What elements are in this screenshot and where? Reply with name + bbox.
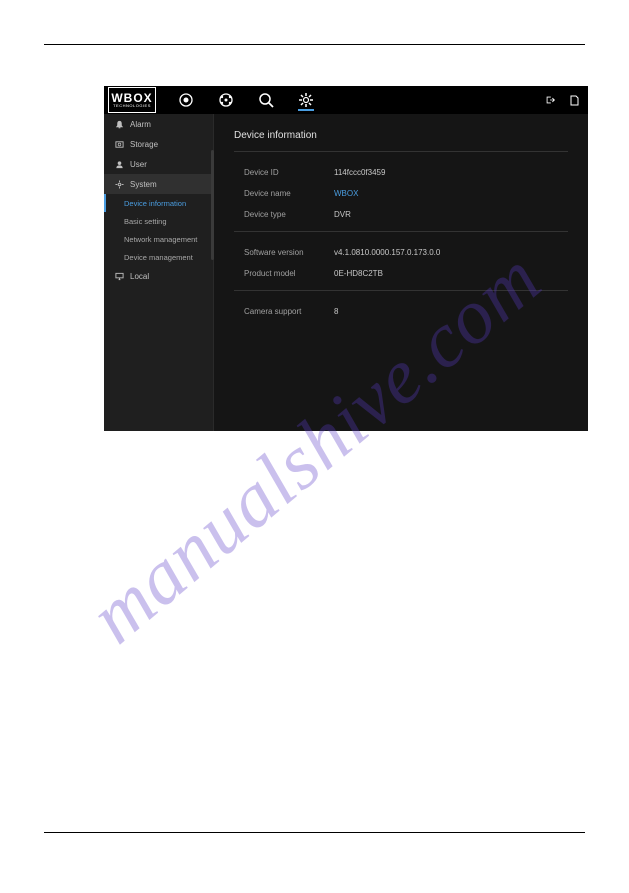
row-value: v4.1.0810.0000.157.0.173.0.0	[334, 248, 440, 257]
sidebar-sub-network-management[interactable]: Network management	[104, 230, 213, 248]
divider	[234, 290, 568, 291]
page-icon[interactable]	[566, 92, 582, 108]
playback-icon[interactable]	[218, 92, 234, 108]
row-value: 8	[334, 307, 338, 316]
sidebar-item-storage[interactable]: Storage	[104, 134, 213, 154]
panel-title: Device information	[234, 130, 568, 141]
row-label: Software version	[244, 248, 334, 257]
sidebar-item-local[interactable]: Local	[104, 266, 213, 286]
row-product-model: Product model 0E-HD8C2TB	[234, 263, 568, 284]
settings-icon[interactable]	[298, 95, 314, 111]
sidebar-sub-device-information[interactable]: Device information	[104, 194, 213, 212]
topbar: WBOX TECHNOLOGIES	[104, 86, 588, 114]
sidebar-item-label: Storage	[130, 140, 158, 149]
app-window: WBOX TECHNOLOGIES	[104, 86, 588, 431]
sidebar-item-label: Local	[130, 272, 149, 281]
row-value: 114fccc0f3459	[334, 168, 385, 177]
main-panel: Device information Device ID 114fccc0f34…	[214, 114, 588, 431]
storage-icon	[114, 139, 124, 149]
sidebar-subitems: Device information Basic setting Network…	[104, 194, 213, 266]
sidebar-item-alarm[interactable]: Alarm	[104, 114, 213, 134]
gear-icon	[114, 179, 124, 189]
sidebar-item-label: Alarm	[130, 120, 151, 129]
row-device-id: Device ID 114fccc0f3459	[234, 162, 568, 183]
sidebar-sub-basic-setting[interactable]: Basic setting	[104, 212, 213, 230]
content: Alarm Storage User System Device informa…	[104, 114, 588, 431]
logout-icon[interactable]	[542, 92, 558, 108]
sidebar-item-system[interactable]: System	[104, 174, 213, 194]
monitor-icon	[114, 271, 124, 281]
row-device-name: Device name WBOX	[234, 183, 568, 204]
topbar-right	[542, 92, 582, 108]
row-value: DVR	[334, 210, 351, 219]
divider	[234, 231, 568, 232]
divider	[234, 151, 568, 152]
logo-sub: TECHNOLOGIES	[113, 104, 151, 108]
row-label: Device ID	[244, 168, 334, 177]
sidebar: Alarm Storage User System Device informa…	[104, 114, 214, 431]
row-label: Camera support	[244, 307, 334, 316]
sidebar-item-label: User	[130, 160, 147, 169]
row-software-version: Software version v4.1.0810.0000.157.0.17…	[234, 242, 568, 263]
sidebar-scrollbar[interactable]	[211, 150, 214, 260]
bell-icon	[114, 119, 124, 129]
sidebar-item-user[interactable]: User	[104, 154, 213, 174]
search-icon[interactable]	[258, 92, 274, 108]
sidebar-item-label: System	[130, 180, 157, 189]
user-icon	[114, 159, 124, 169]
row-camera-support: Camera support 8	[234, 301, 568, 322]
live-icon[interactable]	[178, 92, 194, 108]
row-label: Device name	[244, 189, 334, 198]
row-device-type: Device type DVR	[234, 204, 568, 225]
logo: WBOX TECHNOLOGIES	[108, 87, 156, 113]
top-icons	[178, 92, 314, 108]
device-name-link[interactable]: WBOX	[334, 189, 358, 198]
row-label: Product model	[244, 269, 334, 278]
row-label: Device type	[244, 210, 334, 219]
row-value: 0E-HD8C2TB	[334, 269, 383, 278]
sidebar-sub-device-management[interactable]: Device management	[104, 248, 213, 266]
